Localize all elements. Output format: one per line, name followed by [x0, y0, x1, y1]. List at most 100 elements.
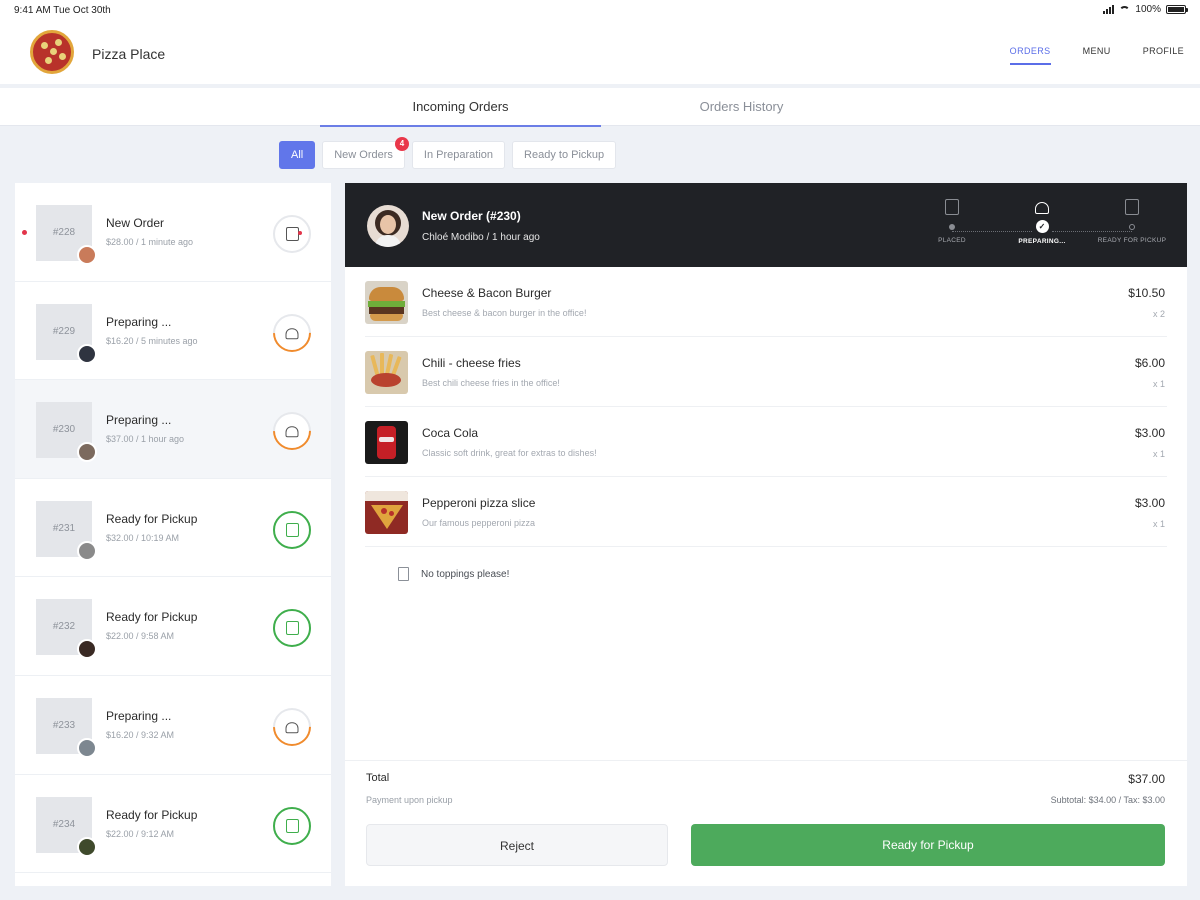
- nav-profile[interactable]: PROFILE: [1143, 46, 1184, 56]
- order-progress-tracker: PLACED ✓ PREPARING... READY FOR PICKUP: [907, 197, 1167, 257]
- order-item: Coca Cola Classic soft drink, great for …: [365, 407, 1167, 477]
- preparing-status-icon: [265, 404, 319, 459]
- order-meta: $28.00 / 1 minute ago: [106, 237, 194, 247]
- burger-image: [365, 281, 408, 324]
- filter-in-preparation[interactable]: In Preparation: [411, 141, 506, 169]
- check-icon: ✓: [1035, 220, 1049, 233]
- order-list-item[interactable]: #232 Ready for Pickup $22.00 / 9:58 AM: [15, 577, 331, 676]
- signal-icon: [1103, 5, 1115, 14]
- order-list-item[interactable]: #228 New Order $28.00 / 1 minute ago: [15, 183, 331, 282]
- filter-ready-to-pickup[interactable]: Ready to Pickup: [512, 141, 617, 169]
- order-meta: $22.00 / 9:58 AM: [106, 631, 175, 642]
- customer-avatar: [77, 639, 97, 660]
- customer-avatar: [77, 245, 97, 265]
- item-description: Best chili cheese fries in the office!: [422, 378, 560, 388]
- customer-avatar: [77, 442, 97, 463]
- cola-can-image: [365, 421, 408, 464]
- unread-indicator: [22, 230, 27, 235]
- step-label: PREPARING...: [1018, 238, 1066, 245]
- tab-incoming-orders[interactable]: Incoming Orders: [320, 88, 601, 127]
- filter-new-orders[interactable]: New Orders 4: [322, 137, 409, 169]
- fries-image: [365, 351, 408, 394]
- order-list-item[interactable]: #229 Preparing ... $16.20 / 5 minutes ag…: [15, 282, 331, 381]
- customer-avatar-large: [367, 205, 409, 247]
- step-dot: [949, 224, 955, 230]
- order-detail-header: New Order (#230) Chloé Modibo / 1 hour a…: [345, 183, 1187, 267]
- order-filters: All New Orders 4 In Preparation Ready to…: [279, 137, 617, 169]
- step-placed: PLACED: [907, 197, 997, 244]
- wifi-icon: [1119, 5, 1131, 14]
- item-quantity: x 2: [1152, 309, 1165, 319]
- preparing-status-icon: [265, 700, 319, 754]
- item-price: $3.00: [1134, 426, 1165, 440]
- preparing-status-icon: [265, 305, 319, 360]
- order-list-item[interactable]: #230 Preparing ... $37.00 / 1 hour ago: [15, 380, 331, 479]
- order-list-item[interactable]: #233 Preparing ... $16.20 / 9:32 AM: [15, 676, 331, 775]
- filter-new-orders-label: New Orders: [334, 149, 393, 161]
- order-status: Preparing ...: [106, 314, 172, 329]
- pizza-logo-icon: [30, 30, 74, 74]
- step-dot: [1129, 224, 1135, 230]
- item-description: Best cheese & bacon burger in the office…: [422, 308, 587, 318]
- total-value: $37.00: [1128, 772, 1165, 786]
- customer-avatar: [77, 836, 97, 857]
- app-header: Pizza Place ORDERS MENU PROFILE: [0, 22, 1200, 84]
- order-meta: $16.20 / 5 minutes ago: [106, 335, 198, 346]
- order-status: Ready for Pickup: [106, 807, 198, 822]
- subtotal-tax: Subtotal: $34.00 / Tax: $3.00: [1050, 795, 1165, 805]
- ready-for-pickup-button[interactable]: Ready for Pickup: [691, 824, 1165, 866]
- payment-method: Payment upon pickup: [366, 795, 453, 805]
- item-price: $10.50: [1128, 286, 1165, 300]
- reject-button[interactable]: Reject: [366, 824, 668, 866]
- order-detail-subtitle: Chloé Modibo / 1 hour ago: [422, 232, 540, 243]
- step-preparing: ✓ PREPARING...: [997, 197, 1087, 245]
- order-items: Cheese & Bacon Burger Best cheese & baco…: [365, 267, 1167, 547]
- order-meta: $37.00 / 1 hour ago: [106, 434, 185, 445]
- pizza-slice-image: [365, 491, 408, 534]
- order-list-item[interactable]: #231 Ready for Pickup $32.00 / 10:19 AM: [15, 479, 331, 578]
- item-price: $3.00: [1134, 496, 1165, 510]
- nav-menu[interactable]: MENU: [1083, 46, 1111, 56]
- ready-status-icon: [273, 609, 311, 648]
- order-list-item[interactable]: #234 Ready for Pickup $22.00 / 9:12 AM: [15, 775, 331, 874]
- status-time: 9:41 AM Tue Oct 30th: [14, 5, 111, 16]
- status-right: 100%: [1103, 4, 1188, 15]
- order-item: Chili - cheese fries Best chili cheese f…: [365, 337, 1167, 407]
- note-icon: [398, 567, 409, 581]
- ready-status-icon: [273, 806, 311, 845]
- filter-all[interactable]: All: [279, 141, 316, 169]
- battery-icon: [1166, 5, 1188, 14]
- item-description: Our famous pepperoni pizza: [422, 518, 536, 528]
- item-quantity: x 1: [1152, 519, 1165, 529]
- order-note: No toppings please!: [398, 567, 509, 581]
- item-description: Classic soft drink, great for extras to …: [422, 448, 597, 458]
- item-name: Cheese & Bacon Burger: [422, 286, 552, 300]
- customer-avatar: [77, 737, 97, 758]
- order-item: Cheese & Bacon Burger Best cheese & baco…: [365, 267, 1167, 337]
- nav-orders[interactable]: ORDERS: [1009, 46, 1051, 65]
- order-status: New Order: [106, 216, 165, 230]
- order-meta: $16.20 / 9:32 AM: [106, 729, 175, 740]
- step-label: READY FOR PICKUP: [1097, 237, 1167, 244]
- item-name: Chili - cheese fries: [422, 356, 521, 370]
- order-detail-title: New Order (#230): [422, 209, 521, 223]
- order-status: Preparing ...: [106, 708, 172, 723]
- status-bar: 9:41 AM Tue Oct 30th 100%: [0, 0, 1200, 22]
- order-meta: $22.00 / 9:12 AM: [106, 828, 175, 839]
- orders-tabs: Incoming Orders Orders History: [0, 88, 1200, 127]
- order-status: Ready for Pickup: [106, 511, 198, 526]
- top-nav: ORDERS MENU PROFILE: [1009, 46, 1184, 65]
- clipboard-check-icon: [1125, 199, 1139, 215]
- order-list: #228 New Order $28.00 / 1 minute ago #22…: [15, 183, 331, 886]
- battery-percent: 100%: [1135, 4, 1161, 15]
- tab-orders-history[interactable]: Orders History: [601, 88, 882, 126]
- item-name: Pepperoni pizza slice: [422, 496, 536, 510]
- brand-name: Pizza Place: [92, 46, 166, 62]
- step-label: PLACED: [938, 237, 966, 244]
- order-status: Ready for Pickup: [106, 610, 198, 625]
- item-name: Coca Cola: [422, 426, 479, 440]
- receipt-icon: [945, 199, 959, 215]
- ready-status-icon: [273, 510, 311, 549]
- step-ready-for-pickup: READY FOR PICKUP: [1087, 197, 1177, 244]
- new-order-status-icon: [273, 215, 311, 253]
